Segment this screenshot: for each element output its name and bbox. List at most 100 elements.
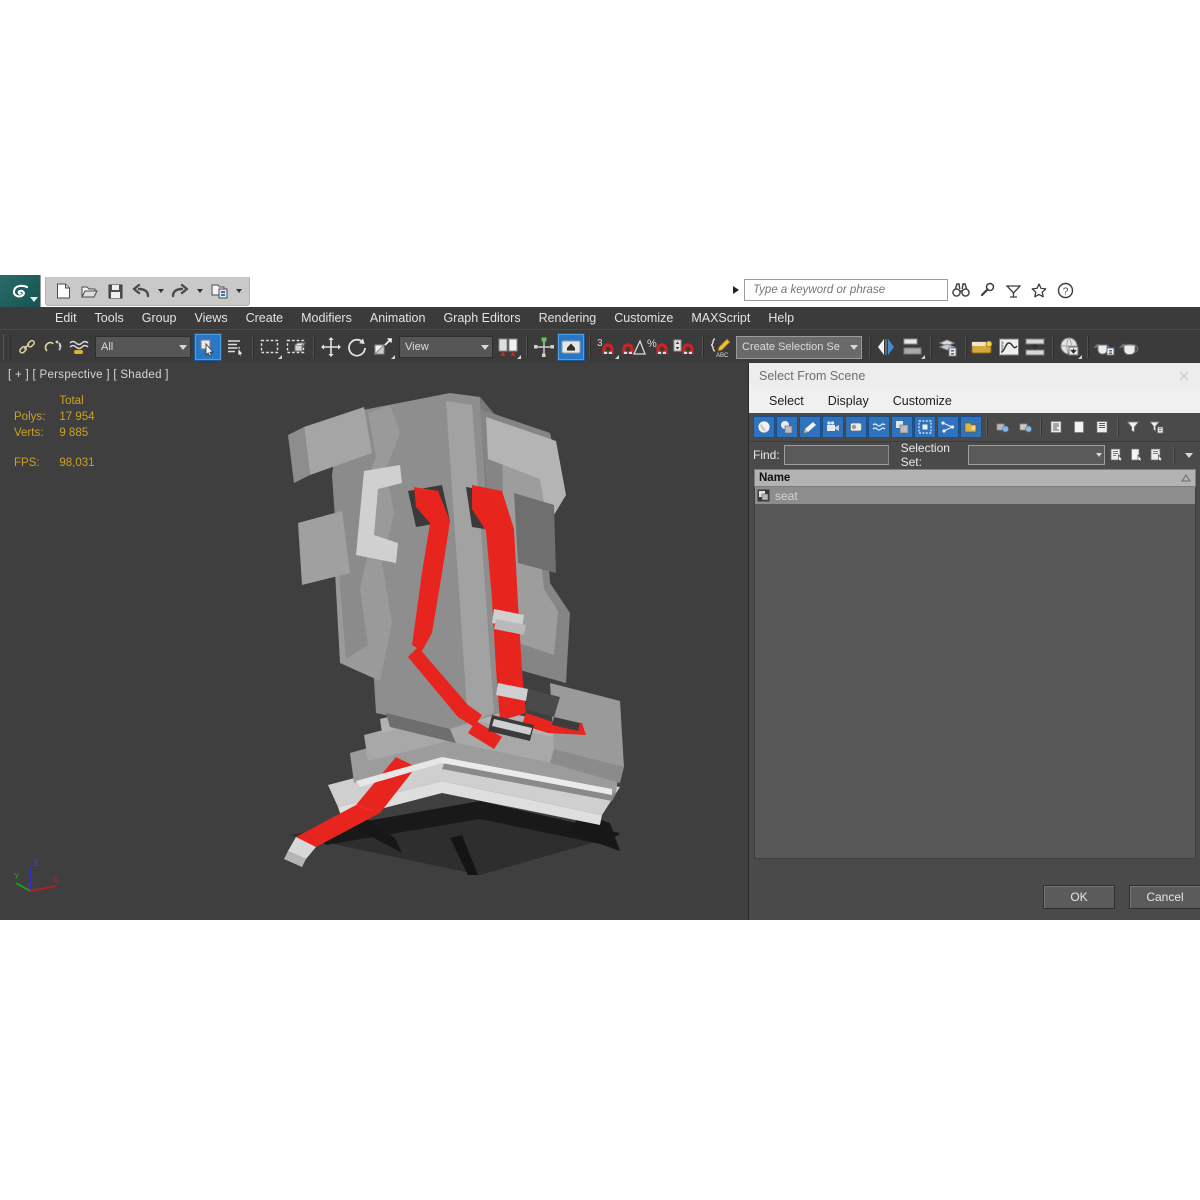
align-button[interactable]	[900, 334, 926, 360]
binoculars-button[interactable]	[948, 278, 974, 302]
select-dependents-button[interactable]	[1150, 446, 1166, 465]
display-helpers-toggle[interactable]	[845, 416, 867, 438]
reference-coordinate-system-combo[interactable]: View	[399, 336, 493, 358]
more-options-button[interactable]	[1181, 446, 1197, 465]
dialog-title-bar[interactable]: Select From Scene	[749, 363, 1200, 389]
viewport-statistics: Total Polys: 17 954 Verts: 9 885 FPS: 98…	[14, 393, 101, 471]
display-xrefs-toggle[interactable]	[914, 416, 936, 438]
seat-3d-model[interactable]	[150, 383, 710, 903]
display-cameras-toggle[interactable]	[822, 416, 844, 438]
dialog-menu-customize[interactable]: Customize	[881, 392, 964, 410]
select-and-manipulate-button[interactable]	[531, 334, 557, 360]
angle-snap-toggle-button[interactable]	[620, 334, 646, 360]
material-editor-button[interactable]	[1057, 334, 1083, 360]
filter-button[interactable]	[1122, 416, 1144, 438]
toolbar-grip[interactable]	[3, 334, 11, 360]
filter-settings-button[interactable]	[1145, 416, 1167, 438]
list-types-button[interactable]	[1091, 416, 1113, 438]
search-expand-arrow-icon[interactable]	[733, 286, 739, 294]
select-and-move-button[interactable]	[318, 334, 344, 360]
cancel-button[interactable]: Cancel	[1129, 885, 1200, 909]
percent-snap-toggle-button[interactable]: %	[646, 334, 672, 360]
display-bones-toggle[interactable]	[937, 416, 959, 438]
menu-bar: Edit Tools Group Views Create Modifiers …	[0, 307, 1200, 329]
curve-editor-button[interactable]	[996, 334, 1022, 360]
display-geometry-toggle[interactable]	[753, 416, 775, 438]
menu-item-create[interactable]: Create	[237, 309, 293, 327]
menu-item-maxscript[interactable]: MAXScript	[682, 309, 759, 327]
toggle-ribbon-button[interactable]	[970, 334, 996, 360]
layer-explorer-button[interactable]	[935, 334, 961, 360]
open-file-button[interactable]	[78, 280, 100, 302]
save-file-button[interactable]	[104, 280, 126, 302]
satellite-dish-button[interactable]	[1000, 278, 1026, 302]
help-button[interactable]: ?	[1052, 278, 1078, 302]
mirror-icon	[878, 339, 894, 355]
dialog-menu-display[interactable]: Display	[816, 392, 881, 410]
perspective-viewport[interactable]: [ + ] [ Perspective ] [ Shaded ] Total P…	[0, 363, 748, 920]
display-shapes-toggle[interactable]	[776, 416, 798, 438]
menu-item-views[interactable]: Views	[185, 309, 236, 327]
ok-button[interactable]: OK	[1043, 885, 1115, 909]
select-object-button[interactable]	[194, 333, 222, 361]
use-pivot-point-center-button[interactable]	[496, 334, 522, 360]
display-groups-toggle[interactable]	[891, 416, 913, 438]
select-subtree-button[interactable]	[1109, 446, 1125, 465]
display-hidden-toggle[interactable]	[1014, 416, 1036, 438]
select-by-name-button[interactable]	[222, 334, 248, 360]
undo-button[interactable]	[130, 280, 152, 302]
display-lights-toggle[interactable]	[799, 416, 821, 438]
display-containers-toggle[interactable]	[960, 416, 982, 438]
edit-named-selection-sets-button[interactable]: ABC	[707, 334, 733, 360]
rectangular-selection-region-button[interactable]	[257, 334, 283, 360]
list-item[interactable]: seat	[755, 487, 1195, 504]
named-selection-sets-combo[interactable]: Create Selection Se	[736, 335, 862, 359]
unlink-selection-button[interactable]	[40, 334, 66, 360]
close-button[interactable]	[1171, 366, 1197, 386]
select-and-rotate-button[interactable]	[344, 334, 370, 360]
window-crossing-toggle-button[interactable]	[283, 334, 309, 360]
menu-item-animation[interactable]: Animation	[361, 309, 435, 327]
qat-overflow-button[interactable]	[234, 280, 243, 302]
select-and-scale-button[interactable]	[370, 334, 396, 360]
snap-toggle-3d-button[interactable]: 3	[594, 334, 620, 360]
undo-dropdown[interactable]	[156, 280, 165, 302]
menu-item-customize[interactable]: Customize	[605, 309, 682, 327]
rendered-frame-window-button[interactable]	[1118, 334, 1144, 360]
search-input[interactable]	[751, 283, 941, 297]
spinner-snap-toggle-button[interactable]	[672, 334, 698, 360]
bind-to-space-warp-button[interactable]	[66, 334, 92, 360]
menu-item-help[interactable]: Help	[759, 309, 803, 327]
selection-filter-combo[interactable]: All	[95, 336, 191, 358]
find-input[interactable]	[783, 445, 889, 465]
select-influences-button[interactable]	[1129, 446, 1145, 465]
menu-item-modifiers[interactable]: Modifiers	[292, 309, 361, 327]
render-setup-button[interactable]	[1092, 334, 1118, 360]
menu-item-graph-editors[interactable]: Graph Editors	[434, 309, 529, 327]
menu-item-tools[interactable]: Tools	[86, 309, 133, 327]
wrench-button[interactable]	[974, 278, 1000, 302]
display-space-warps-toggle[interactable]	[868, 416, 890, 438]
select-and-link-button[interactable]	[14, 334, 40, 360]
selection-set-dropdown[interactable]	[968, 445, 1105, 465]
search-box[interactable]	[744, 279, 948, 301]
expand-all-button[interactable]	[1045, 416, 1067, 438]
snaps-toggle-button[interactable]	[557, 333, 585, 361]
menu-item-rendering[interactable]: Rendering	[530, 309, 606, 327]
display-frozen-toggle[interactable]	[991, 416, 1013, 438]
collapse-all-button[interactable]	[1068, 416, 1090, 438]
schematic-view-button[interactable]	[1022, 334, 1048, 360]
mirror-button[interactable]	[874, 334, 900, 360]
redo-button[interactable]	[169, 280, 191, 302]
list-column-header[interactable]: Name	[754, 469, 1196, 487]
menu-item-edit[interactable]: Edit	[46, 309, 86, 327]
3ds-max-window: ? Edit Tools Group Views Create Modifier…	[0, 275, 1200, 920]
menu-item-group[interactable]: Group	[133, 309, 186, 327]
scene-object-list[interactable]: seat	[754, 487, 1196, 859]
viewport-label[interactable]: [ + ] [ Perspective ] [ Shaded ]	[8, 369, 169, 381]
project-folder-button[interactable]	[208, 280, 230, 302]
new-file-button[interactable]	[52, 280, 74, 302]
redo-dropdown[interactable]	[195, 280, 204, 302]
favorites-button[interactable]	[1026, 278, 1052, 302]
dialog-menu-select[interactable]: Select	[757, 392, 816, 410]
